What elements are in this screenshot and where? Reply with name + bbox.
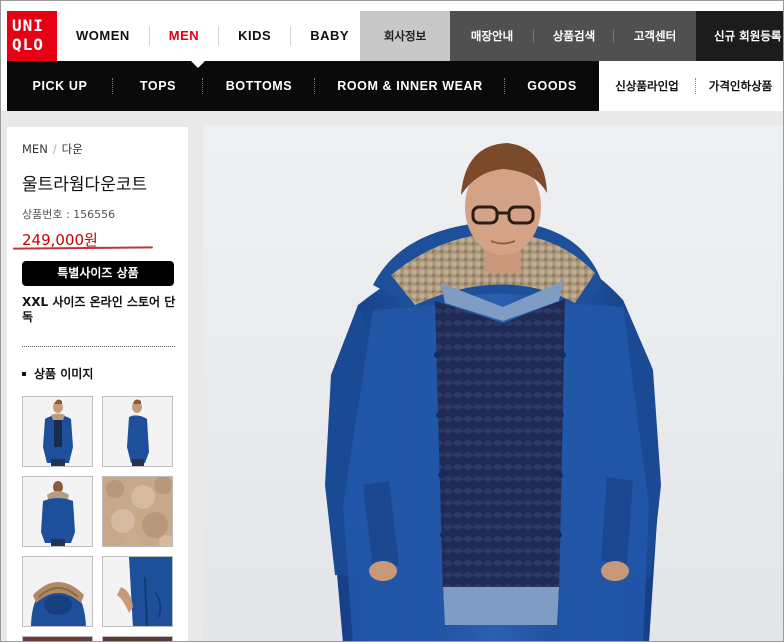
- cat-bottoms[interactable]: BOTTOMS: [203, 61, 315, 111]
- cat-price-down[interactable]: 가격인하상품: [696, 61, 783, 111]
- nav-kids[interactable]: KIDS: [219, 11, 290, 61]
- thumbnail-side[interactable]: [102, 396, 173, 467]
- section-divider: [22, 346, 175, 347]
- nav-baby[interactable]: BABY: [291, 11, 368, 61]
- nav-men[interactable]: MEN: [150, 11, 218, 61]
- nav-women[interactable]: WOMEN: [57, 11, 149, 61]
- thumbnail-fur-detail[interactable]: [102, 476, 173, 547]
- category-items: PICK UP TOPS BOTTOMS ROOM & INNER WEAR G…: [7, 61, 599, 111]
- top-bar: UNI QLO WOMEN MEN KIDS BABY 회사정보 매장안내 상품…: [7, 11, 783, 61]
- thumbnail-hood[interactable]: [22, 556, 93, 627]
- special-size-button[interactable]: 특별사이즈 상품: [22, 261, 174, 286]
- store-info-link[interactable]: 매장안내: [450, 11, 534, 61]
- category-bar: PICK UP TOPS BOTTOMS ROOM & INNER WEAR G…: [7, 61, 783, 111]
- uniqlo-logo[interactable]: UNI QLO: [7, 11, 57, 61]
- gender-nav: WOMEN MEN KIDS BABY: [57, 11, 368, 61]
- thumbnail-back[interactable]: [22, 476, 93, 547]
- cat-tops[interactable]: TOPS: [113, 61, 203, 111]
- thumbnail-pocket[interactable]: [102, 556, 173, 627]
- cat-goods[interactable]: GOODS: [505, 61, 599, 111]
- breadcrumb-leaf[interactable]: 다운: [62, 142, 83, 156]
- product-search-link[interactable]: 상품검색: [534, 11, 614, 61]
- product-number: 상품번호 : 156556: [22, 208, 116, 221]
- cat-pick-up[interactable]: PICK UP: [7, 61, 113, 111]
- customer-center-link[interactable]: 고객센터: [614, 11, 696, 61]
- browser-frame: UNI QLO WOMEN MEN KIDS BABY 회사정보 매장안내 상품…: [0, 0, 784, 642]
- cat-new-arrivals[interactable]: 신상품라인업: [599, 61, 695, 111]
- xxl-online-note: XXL 사이즈 온라인 스토어 단독: [22, 295, 176, 324]
- thumbnail-color-red[interactable]: [22, 636, 93, 641]
- utility-nav: 회사정보 매장안내 상품검색 고객센터 신규 회원등록: [360, 11, 783, 61]
- main-product-image[interactable]: [203, 125, 783, 641]
- thumbnail-color-brown[interactable]: [102, 636, 173, 641]
- cat-room-inner-wear[interactable]: ROOM & INNER WEAR: [315, 61, 505, 111]
- company-info-link[interactable]: 회사정보: [360, 11, 450, 61]
- product-images-heading: 상품 이미지: [22, 365, 93, 382]
- square-bullet-icon: [22, 371, 26, 376]
- product-images-label: 상품 이미지: [34, 367, 94, 381]
- breadcrumb-separator: /: [52, 142, 57, 156]
- model-photo-icon: [203, 125, 783, 641]
- breadcrumb: MEN / 다운: [22, 141, 83, 157]
- product-title: 울트라웜다운코트: [22, 175, 148, 195]
- thumbnail-front[interactable]: [22, 396, 93, 467]
- product-sidebar: MEN / 다운 울트라웜다운코트 상품번호 : 156556 249,000원 특…: [7, 127, 188, 641]
- breadcrumb-root[interactable]: MEN: [22, 142, 48, 156]
- member-register-link[interactable]: 신규 회원등록: [696, 11, 783, 61]
